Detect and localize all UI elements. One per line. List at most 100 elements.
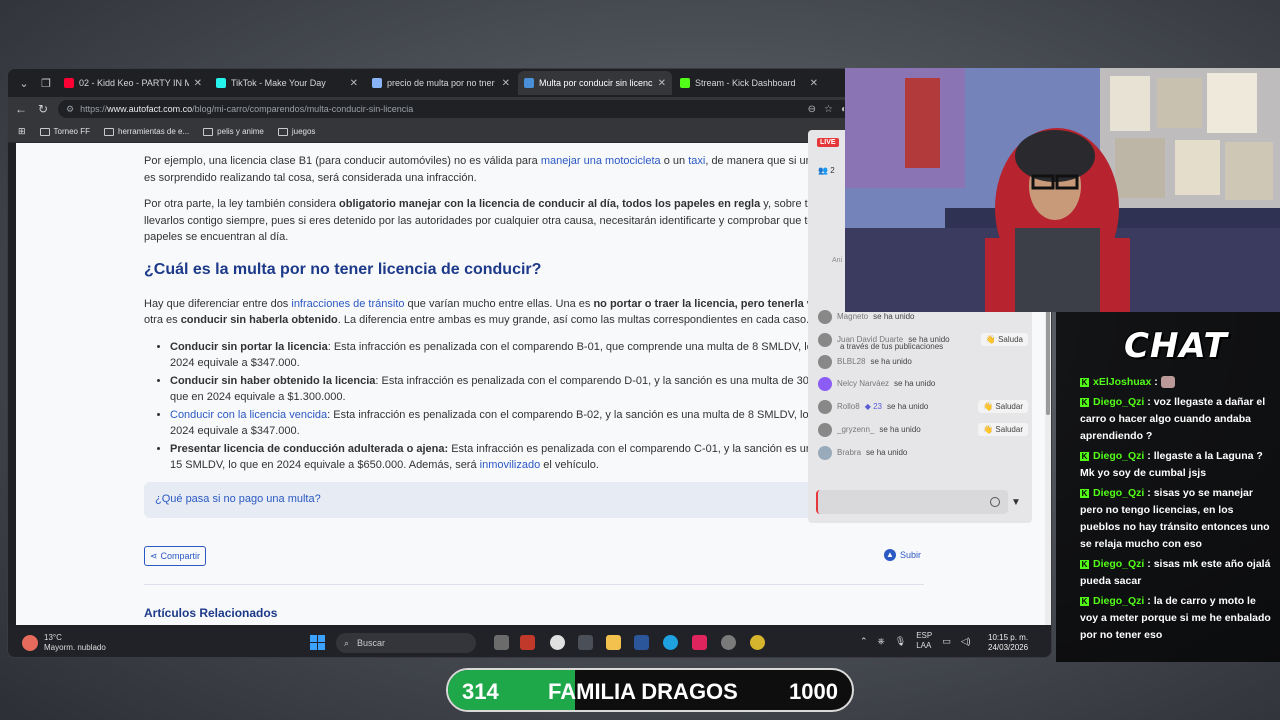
article-body: Por ejemplo, una licencia clase B1 (para… <box>144 153 864 475</box>
goal-target: 1000 <box>789 679 838 704</box>
bookmark-herramientas[interactable]: herramientas de e... <box>104 127 189 136</box>
tab-label: Multa por conducir sin licencia en <box>539 78 653 88</box>
close-icon[interactable]: ✕ <box>350 78 358 89</box>
network-icon[interactable]: ▭ <box>942 636 951 647</box>
saludar-button[interactable]: 👋 Saludar <box>978 423 1028 436</box>
tab-favicon-icon <box>524 78 534 88</box>
browser-tab[interactable]: Stream - Kick Dashboard ✕ <box>674 71 824 95</box>
site-info-icon[interactable]: ⚙ <box>66 104 74 115</box>
app-icon[interactable] <box>520 635 535 650</box>
close-icon[interactable]: ✕ <box>194 78 202 89</box>
avatar <box>818 399 832 414</box>
bookmark-pelis-anime[interactable]: pelis y anime <box>203 127 264 136</box>
search-icon: ⌕ <box>344 637 350 648</box>
close-icon[interactable]: ✕ <box>658 78 666 89</box>
link-inmovilizado[interactable]: inmovilizado <box>480 459 541 471</box>
bookmark-juegos[interactable]: juegos <box>277 127 315 136</box>
avatar <box>818 332 832 347</box>
kick-activity-list: Magneto se ha unido Juan David Duarte se h… <box>818 305 1028 464</box>
word-icon[interactable] <box>634 635 649 650</box>
users-icon: 👥 <box>818 166 828 175</box>
kick-panel-label: Ani <box>832 257 843 264</box>
saludar-button[interactable]: 👋 Saludar <box>978 400 1028 413</box>
scroll-thumb[interactable] <box>1046 305 1050 415</box>
scroll-top-button[interactable]: ▲ Subir <box>884 549 921 561</box>
tray-app-icon[interactable]: ⎈ <box>878 636 885 647</box>
link-motocicleta[interactable]: manejar una motocicleta <box>541 155 661 167</box>
app-icon[interactable] <box>692 635 707 650</box>
paragraph-3: Hay que diferenciar entre dos infraccion… <box>144 297 857 327</box>
link-taxi[interactable]: taxi <box>688 155 705 167</box>
list-item: Conducir sin portar la licencia: Esta in… <box>170 339 864 372</box>
badge: ◆ 23 <box>864 402 882 411</box>
tray-chevron-icon[interactable]: ⌃ <box>860 636 868 647</box>
close-icon[interactable]: ✕ <box>502 78 510 89</box>
edge-icon[interactable] <box>663 635 678 650</box>
saluda-button[interactable]: 👋 Saluda <box>980 333 1028 346</box>
goal-label: FAMILIA DRAGOS <box>548 679 738 704</box>
install-icon[interactable]: ⊖ <box>808 104 816 115</box>
volume-icon[interactable]: ◁) <box>961 636 971 647</box>
chrome-icon[interactable] <box>750 635 765 650</box>
language-indicator[interactable]: ESP LAA <box>916 631 932 651</box>
taskbar-clock[interactable]: 10:15 p. m. 24/03/2026 <box>988 633 1028 653</box>
bookmark-star-icon[interactable]: ☆ <box>824 104 833 115</box>
chat-message: K Diego_Qzi : voz llegaste a dañar el car… <box>1080 396 1266 442</box>
folder-icon <box>39 127 50 136</box>
reload-icon[interactable]: ↻ <box>36 102 50 116</box>
browser-tab[interactable]: Multa por conducir sin licencia en ✕ <box>518 71 672 95</box>
address-bar[interactable]: ⚙ https://www.autofact.com.co/blog/mi-ca… <box>58 100 855 118</box>
workspace-icon[interactable]: ❐ <box>36 73 56 93</box>
activity-row: _gryzenn_ se ha unido 👋 Saludar <box>818 418 1028 441</box>
arrow-up-icon: ▲ <box>884 549 896 561</box>
faq-accordion[interactable]: ¿Qué pasa si no pago una multa? <box>144 482 844 518</box>
filter-icon[interactable]: ▼ <box>1011 497 1021 508</box>
link-infracciones[interactable]: infracciones de tránsito <box>291 298 404 310</box>
browser-tab[interactable]: precio de multa por no tner licencia ✕ <box>366 71 516 95</box>
apps-icon[interactable]: ⊞ <box>18 126 26 137</box>
activity-row: BLBL28 se ha unido <box>818 351 1028 372</box>
folder-icon <box>104 127 115 136</box>
tab-favicon-icon <box>64 78 74 88</box>
obs-icon[interactable] <box>550 635 565 650</box>
browser-tab[interactable]: TikTok - Make Your Day ✕ <box>210 71 364 95</box>
share-button[interactable]: ⋖ Compartir <box>144 546 207 566</box>
system-tray: ⌃ ⎈ 🎙 ESP LAA ▭ ◁) <box>860 631 971 651</box>
browser-tab[interactable]: 02 - Kidd Keo - PARTY IN MY ✕ <box>58 71 208 95</box>
related-articles-heading: Artículos Relacionados <box>144 606 278 620</box>
activity-subtext: a través de tus publicaciones <box>840 342 944 351</box>
bookmark-torneo-ff[interactable]: Torneo FF <box>39 127 90 136</box>
fines-list: Conducir sin portar la licencia: Esta in… <box>170 339 864 474</box>
avatar <box>818 445 832 460</box>
avatar <box>818 309 832 324</box>
app-icon[interactable] <box>578 635 593 650</box>
folder-icon <box>203 127 214 136</box>
close-icon[interactable]: ✕ <box>810 78 818 89</box>
windows-start-icon[interactable] <box>310 635 325 650</box>
avatar <box>818 354 832 369</box>
kick-chat-input[interactable] <box>816 490 1008 514</box>
kick-badge-icon: K <box>1080 560 1089 569</box>
goal-current: 314 <box>462 679 499 704</box>
stream-chat-messages: KxElJoshuax : K Diego_Qzi : voz llegaste … <box>1080 374 1276 647</box>
tab-label: Stream - Kick Dashboard <box>695 78 796 88</box>
back-icon[interactable]: ← <box>14 102 28 116</box>
task-view-icon[interactable] <box>494 635 509 650</box>
tab-list-icon[interactable]: ⌄ <box>14 73 34 93</box>
url-text[interactable]: https://www.autofact.com.co/blog/mi-carr… <box>80 104 413 114</box>
webcam-scene <box>845 68 1280 312</box>
file-explorer-icon[interactable] <box>606 635 621 650</box>
weather-widget[interactable]: 13°C Mayorm. nublado <box>22 633 106 653</box>
emoji-icon[interactable] <box>990 497 1000 507</box>
live-badge: LIVE <box>817 138 839 147</box>
link-licencia-vencida[interactable]: Conducir con la licencia vencida <box>170 409 327 421</box>
weather-icon <box>22 635 38 651</box>
list-item: Presentar licencia de conducción adulter… <box>170 441 864 474</box>
mic-icon[interactable]: 🎙 <box>895 636 906 647</box>
app-icon[interactable] <box>721 635 736 650</box>
chat-message: K Diego_Qzi : la de carro y moto le voy a… <box>1080 595 1271 641</box>
tab-label: 02 - Kidd Keo - PARTY IN MY <box>79 78 189 88</box>
kick-badge-icon: K <box>1080 597 1089 606</box>
taskbar-search[interactable]: ⌕ Buscar <box>336 633 476 653</box>
tab-favicon-icon <box>680 78 690 88</box>
